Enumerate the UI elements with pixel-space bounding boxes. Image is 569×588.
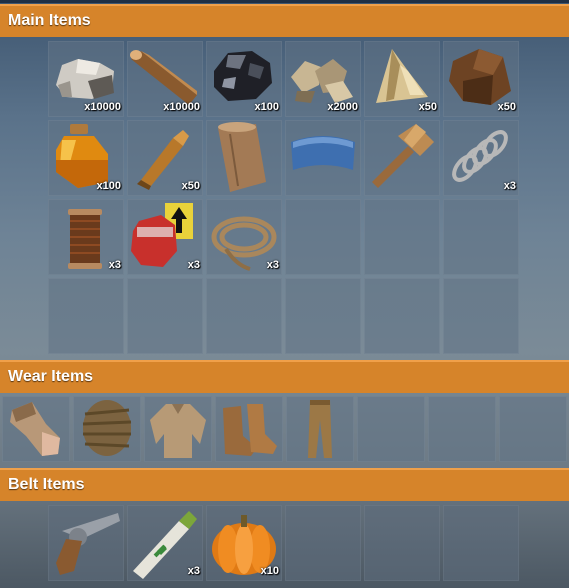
item-quantity: x3: [108, 259, 121, 271]
main-slot-12[interactable]: x3: [443, 120, 519, 196]
hammer-icon: [372, 124, 434, 188]
item-quantity: x100: [96, 180, 121, 192]
wear-slot-2[interactable]: [73, 396, 141, 462]
main-slot-13[interactable]: x3: [48, 199, 124, 275]
main-slot-24[interactable]: [443, 278, 519, 354]
item-quantity: x50: [181, 180, 200, 192]
burlap-headwrap-icon: [82, 400, 132, 456]
wear-slot-4[interactable]: [215, 396, 283, 462]
belt-items-header: Belt Items: [0, 468, 569, 501]
item-quantity: x3: [187, 565, 200, 577]
item-quantity: x3: [503, 180, 516, 192]
wear-slot-5[interactable]: [286, 396, 354, 462]
belt-slot-2[interactable]: x3: [127, 505, 203, 581]
main-slot-14[interactable]: x3: [127, 199, 203, 275]
main-slot-3[interactable]: x100: [206, 41, 282, 117]
wood-log-icon: [218, 122, 266, 192]
main-slot-21[interactable]: [206, 278, 282, 354]
main-slot-6[interactable]: x50: [443, 41, 519, 117]
main-slot-20[interactable]: [127, 278, 203, 354]
burlap-shirt-icon: [150, 404, 206, 458]
main-slot-11[interactable]: [364, 120, 440, 196]
belt-slot-6[interactable]: [443, 505, 519, 581]
burlap-gloves-icon: [10, 402, 60, 456]
wear-slot-8[interactable]: [499, 396, 567, 462]
main-slot-10[interactable]: [285, 120, 361, 196]
main-slot-2[interactable]: x10000: [127, 41, 203, 117]
main-slot-4[interactable]: x2000: [285, 41, 361, 117]
main-slot-1[interactable]: x10000: [48, 41, 124, 117]
belt-slot-3[interactable]: x10: [206, 505, 282, 581]
wear-items-title: Wear Items: [8, 368, 94, 385]
belt-slot-1[interactable]: [48, 505, 124, 581]
burlap-trousers-icon: [308, 400, 332, 458]
main-slot-8[interactable]: x50: [127, 120, 203, 196]
main-slot-15[interactable]: x3: [206, 199, 282, 275]
main-items-title: Main Items: [8, 12, 91, 29]
main-items-header: Main Items: [0, 4, 569, 37]
item-quantity: x10: [260, 565, 279, 577]
main-slot-17[interactable]: [364, 199, 440, 275]
belt-items-title: Belt Items: [8, 476, 85, 493]
burlap-shoes-icon: [223, 404, 277, 456]
main-slot-7[interactable]: x100: [48, 120, 124, 196]
item-quantity: x2000: [327, 101, 358, 113]
revolver-icon: [56, 513, 120, 575]
main-slot-16[interactable]: [285, 199, 361, 275]
top-border: [0, 0, 569, 3]
item-quantity: x100: [254, 101, 279, 113]
item-quantity: x3: [187, 259, 200, 271]
item-quantity: x10000: [163, 101, 200, 113]
belt-slot-5[interactable]: [364, 505, 440, 581]
item-quantity: x50: [418, 101, 437, 113]
main-slot-19[interactable]: [48, 278, 124, 354]
main-slot-23[interactable]: [364, 278, 440, 354]
wear-slot-3[interactable]: [144, 396, 212, 462]
wear-slot-7[interactable]: [428, 396, 496, 462]
main-slot-5[interactable]: x50: [364, 41, 440, 117]
wear-items-header: Wear Items: [0, 360, 569, 393]
wear-slot-1[interactable]: [2, 396, 70, 462]
main-slot-18[interactable]: [443, 199, 519, 275]
metal-blade-icon: [291, 136, 355, 170]
belt-slot-4[interactable]: [285, 505, 361, 581]
item-quantity: x50: [497, 101, 516, 113]
item-quantity: x3: [266, 259, 279, 271]
wear-slot-6[interactable]: [357, 396, 425, 462]
item-quantity: x10000: [84, 101, 121, 113]
main-slot-22[interactable]: [285, 278, 361, 354]
main-slot-9[interactable]: [206, 120, 282, 196]
